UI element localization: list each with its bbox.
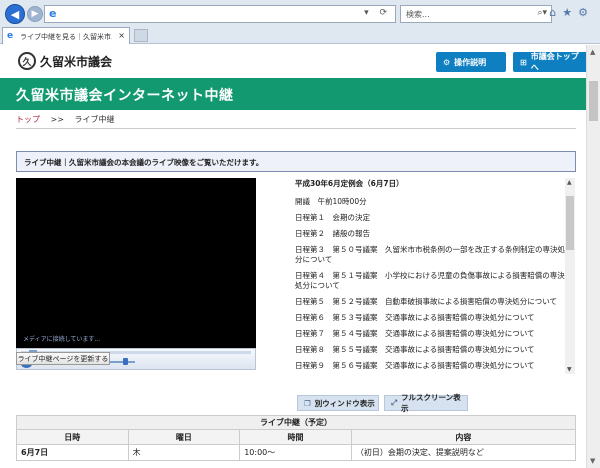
volume-handle[interactable] — [123, 358, 128, 365]
new-window-label: 別ウィンドウ表示 — [314, 398, 375, 408]
schedule-weekday: 木 — [129, 445, 241, 460]
address-bar[interactable]: e ▾ ⟳ — [44, 5, 396, 23]
city-emblem-icon: 久 — [18, 52, 36, 70]
gear-icon[interactable]: ⚙ — [578, 6, 594, 19]
search-icon[interactable]: ⌕▾ — [537, 8, 547, 18]
agenda-scrollbar[interactable]: ▲ ▼ — [565, 178, 575, 374]
page-content: 久 久留米市議会 ⚙ 操作説明 ⊞ 市議会トップへ 久留米市議会インターネット中… — [0, 45, 586, 468]
schedule-content: （初日）会期の決定、提案説明など — [355, 448, 484, 457]
fullscreen-label: フルスクリーン表示 — [401, 393, 461, 413]
home-icon[interactable]: ⌂ — [549, 6, 562, 19]
schedule-header: 日時 — [17, 430, 129, 444]
page-scroll-thumb[interactable] — [589, 81, 598, 121]
search-bar[interactable]: 検索... ⌕▾ — [400, 5, 552, 23]
agenda-item: 日程第６ 第５３号議案 交通事故による損害賠償の専決処分について — [295, 313, 535, 322]
fullscreen-button[interactable]: ⤢ フルスクリーン表示 — [384, 393, 468, 413]
refresh-icon[interactable]: ▾ ⟳ — [364, 8, 391, 18]
forward-arrow-icon: ▶ — [31, 9, 39, 19]
tab-title: ライブ中継を見る｜久留米市... — [20, 33, 112, 41]
back-arrow-icon: ◀ — [10, 7, 20, 21]
browser-chrome: ◀ ▶ e ▾ ⟳ 検索... ⌕▾ ⌂★⚙ e ライブ中継を見る｜久留米市..… — [0, 0, 600, 44]
table-row: 6月7日 木 10:00～ （初日）会期の決定、提案説明など — [16, 445, 576, 461]
title-band: 久留米市議会インターネット中継 — [0, 78, 586, 110]
scroll-down-icon[interactable]: ▼ — [590, 457, 595, 465]
site-header: 久 久留米市議会 ⚙ 操作説明 ⊞ 市議会トップへ — [16, 50, 586, 76]
agenda-item: 日程第５ 第５２号議案 自動車破損事故による損害賠償の専決処分について — [295, 297, 558, 306]
toolbar-icons: ⌂★⚙ — [549, 6, 594, 19]
page-title: 久留米市議会インターネット中継 — [16, 88, 234, 104]
agenda-item: 日程第４ 第５１号議案 小学校における児童の負傷事故による損害賠償の専決処分につ… — [295, 271, 565, 290]
schedule-header: 内容 — [455, 432, 472, 442]
assembly-top-button[interactable]: ⊞ 市議会トップへ — [513, 52, 586, 72]
breadcrumb-separator: >> — [50, 115, 64, 124]
scroll-down-icon[interactable]: ▼ — [567, 366, 572, 373]
player-status: メディアに接続しています... — [23, 336, 101, 343]
ie-icon: e — [49, 7, 57, 20]
info-text: ライブ中継｜久留米市議会の本会議のライブ映像をご覧いただけます。 — [24, 158, 264, 167]
window-icon: ❐ — [304, 398, 311, 408]
breadcrumb: トップ >> ライブ中継 — [16, 114, 115, 125]
schedule-caption: ライブ中継（予定） — [16, 415, 576, 430]
forward-button[interactable]: ▶ — [27, 6, 43, 22]
agenda-item: 日程第３ 第５０号議案 久留米市市税条例の一部を改正する条例制定の専決処分につい… — [295, 245, 565, 264]
sitemap-icon: ⊞ — [520, 57, 527, 67]
breadcrumb-home-link[interactable]: トップ — [16, 115, 40, 124]
info-box: ライブ中継｜久留米市議会の本会議のライブ映像をご覧いただけます。 — [16, 151, 576, 172]
agenda-list: 平成30年6月定例会（6月7日） 開議 午前10時00分 日程第１ 会期の決定 … — [295, 178, 565, 374]
schedule-header: 時間 — [240, 430, 352, 444]
star-icon[interactable]: ★ — [562, 6, 578, 19]
schedule-header: 曜日 — [129, 430, 241, 444]
breadcrumb-current: ライブ中継 — [74, 115, 115, 124]
gear-icon: ⚙ — [443, 57, 451, 67]
fullscreen-icon: ⤢ — [391, 398, 397, 407]
agenda-title: 平成30年6月定例会（6月7日） — [295, 179, 404, 188]
manual-button[interactable]: ⚙ 操作説明 — [436, 52, 506, 72]
agenda-item: 日程第９ 第５６号議案 交通事故による損害賠償の専決処分について — [295, 361, 535, 370]
manual-button-label: 操作説明 — [454, 57, 487, 67]
back-button[interactable]: ◀ — [5, 4, 25, 24]
new-tab-button[interactable] — [134, 29, 148, 42]
agenda-item: 開議 午前10時00分 — [295, 197, 367, 206]
tab-favicon-icon: e — [7, 31, 14, 41]
agenda-item: 日程第２ 諸般の報告 — [295, 229, 370, 238]
search-placeholder: 検索... — [406, 10, 430, 19]
video-player[interactable]: メディアに接続しています... — [16, 178, 256, 348]
schedule-header-row: 日時 曜日 時間 内容 — [16, 430, 576, 445]
scroll-up-icon[interactable]: ▲ — [590, 48, 595, 56]
agenda-item: 日程第７ 第５４号議案 交通事故による損害賠償の専決処分について — [295, 329, 535, 338]
site-logo[interactable]: 久 久留米市議会 — [18, 52, 112, 70]
browser-tab[interactable]: e ライブ中継を見る｜久留米市... × — [2, 27, 130, 44]
agenda-scroll-thumb[interactable] — [566, 196, 574, 250]
scroll-up-icon[interactable]: ▲ — [567, 179, 572, 186]
new-window-button[interactable]: ❐ 別ウィンドウ表示 — [297, 395, 379, 411]
site-name: 久留米市議会 — [40, 54, 113, 69]
schedule-date: 6月7日 — [17, 445, 129, 460]
refresh-live-button[interactable]: ライブ中継ページを更新する — [16, 352, 110, 365]
assembly-top-label: 市議会トップへ — [530, 52, 579, 72]
close-icon[interactable]: × — [118, 31, 125, 40]
agenda-item: 日程第１ 会期の決定 — [295, 213, 370, 222]
agenda-item: 日程第８ 第５５号議案 交通事故による損害賠償の専決処分について — [295, 345, 535, 354]
divider — [16, 128, 576, 129]
page-scrollbar[interactable]: ▲ ▼ — [586, 45, 600, 468]
schedule-time: 10:00～ — [240, 445, 352, 460]
